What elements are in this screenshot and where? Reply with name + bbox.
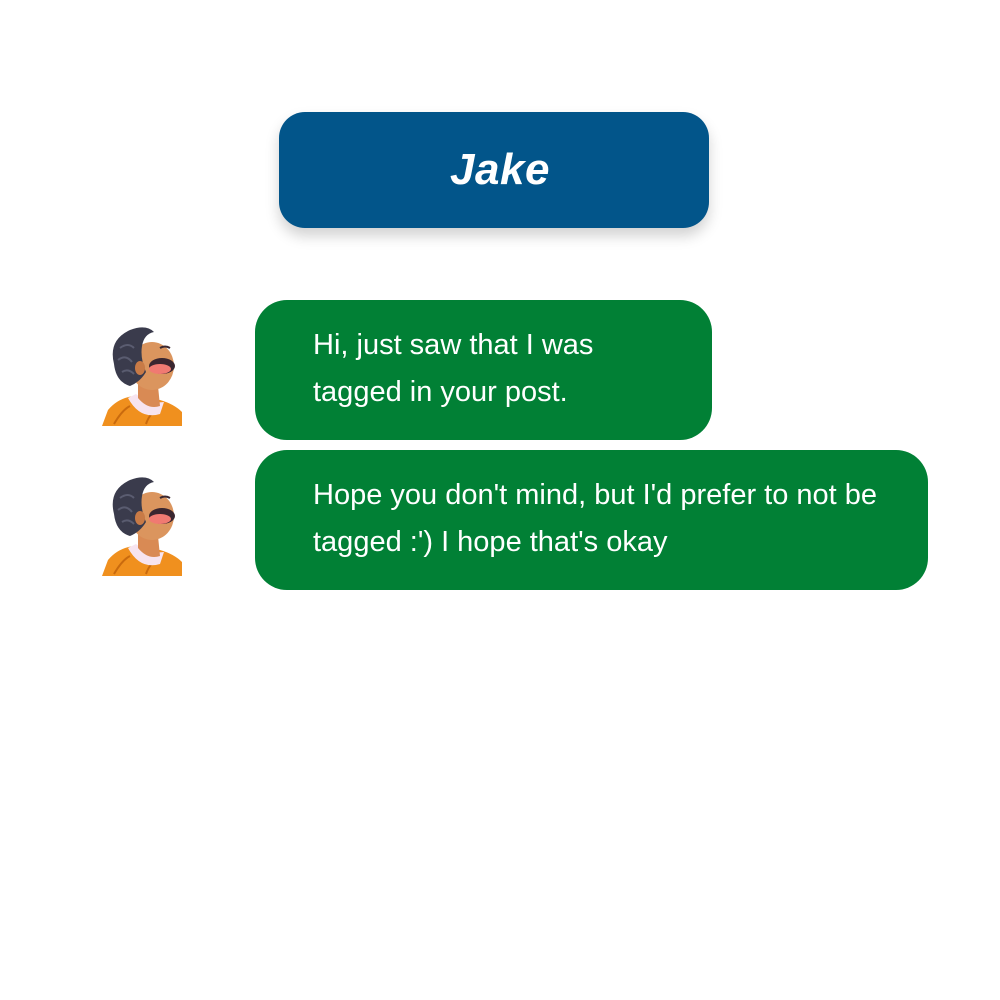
sender-avatar <box>100 324 190 426</box>
contact-name: Jake <box>450 145 550 194</box>
person-looking-up-icon <box>102 327 182 426</box>
person-looking-up-icon <box>102 477 182 576</box>
chat-screen: Jake Hi, just saw that I was tagged in y… <box>0 0 1000 1000</box>
sender-avatar <box>100 474 190 576</box>
message-text: Hope you don't mind, but I'd prefer to n… <box>313 479 878 558</box>
message-bubble: Hi, just saw that I was tagged in your p… <box>255 300 712 440</box>
contact-name-header: Jake <box>279 112 709 228</box>
message-text: Hi, just saw that I was tagged in your p… <box>313 329 594 408</box>
message-bubble: Hope you don't mind, but I'd prefer to n… <box>255 450 928 590</box>
